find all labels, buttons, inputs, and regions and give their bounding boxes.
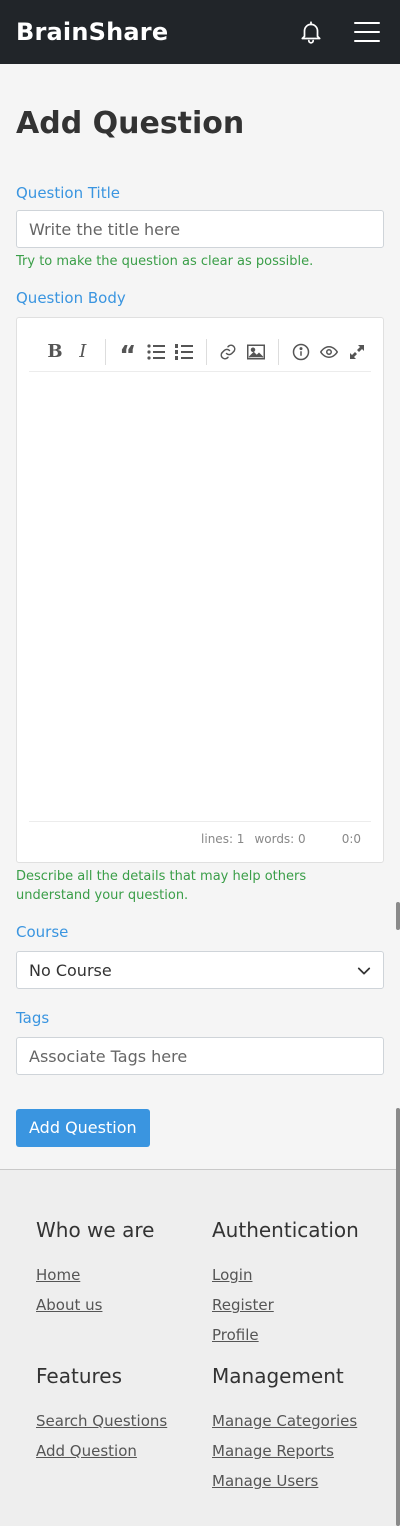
tags-input[interactable] <box>16 1037 384 1075</box>
preview-icon[interactable] <box>315 338 343 366</box>
status-cursor: 0:0 <box>341 832 361 846</box>
page-title: Add Question <box>16 106 245 141</box>
bell-icon[interactable] <box>298 19 324 45</box>
footer-heading: Authentication <box>212 1218 359 1242</box>
fullscreen-icon[interactable] <box>343 338 371 366</box>
footer-link-profile[interactable]: Profile <box>212 1320 359 1350</box>
footer-link-manage-users[interactable]: Manage Users <box>212 1466 357 1496</box>
footer-heading: Who we are <box>36 1218 155 1242</box>
toolbar-divider <box>278 338 280 365</box>
footer-heading: Management <box>212 1364 344 1388</box>
course-label: Course <box>16 923 69 941</box>
add-question-form: Add Question Question Title Try to make … <box>0 106 400 1147</box>
footer-link-search-questions[interactable]: Search Questions <box>36 1406 167 1436</box>
question-title-hint: Try to make the question as clear as pos… <box>16 254 314 269</box>
question-title-label: Question Title <box>16 184 121 202</box>
bold-icon[interactable]: B <box>41 338 69 366</box>
info-icon[interactable] <box>287 338 315 366</box>
footer-link-about[interactable]: About us <box>36 1290 154 1320</box>
hamburger-icon[interactable] <box>354 22 380 42</box>
question-title-input[interactable] <box>16 210 384 248</box>
chevron-down-icon <box>357 963 371 977</box>
question-body-hint: Describe all the details that may help o… <box>16 869 307 903</box>
status-words: words: 0 <box>254 832 306 846</box>
quote-icon[interactable]: “ <box>114 338 142 371</box>
footer-link-login[interactable]: Login <box>212 1260 359 1290</box>
add-question-button[interactable]: Add Question <box>16 1109 150 1147</box>
footer-link-home[interactable]: Home <box>36 1260 154 1290</box>
footer-who-we-are: Who we are Home About us <box>36 1218 154 1320</box>
editor-statusbar: lines: 1 words: 0 0:0 <box>191 832 361 846</box>
scrollbar-thumb[interactable] <box>396 902 400 930</box>
toolbar-divider <box>104 338 106 365</box>
footer-link-register[interactable]: Register <box>212 1290 359 1320</box>
tags-label: Tags <box>16 1009 50 1027</box>
image-icon[interactable] <box>242 338 270 366</box>
footer-management: Management Manage Categories Manage Repo… <box>212 1364 357 1496</box>
footer-heading: Features <box>36 1364 122 1388</box>
editor-textarea[interactable] <box>29 374 371 822</box>
site-footer: Who we are Home About us Authentication … <box>0 1169 400 1526</box>
link-icon[interactable] <box>215 338 243 366</box>
unordered-list-icon[interactable] <box>142 338 170 366</box>
footer-link-add-question[interactable]: Add Question <box>36 1436 167 1466</box>
toolbar-divider <box>205 338 207 365</box>
italic-icon[interactable]: I <box>69 338 97 366</box>
course-selected-value: No Course <box>29 960 112 980</box>
navbar: BrainShare <box>0 0 400 64</box>
brand-logo[interactable]: BrainShare <box>16 18 168 46</box>
question-body-label: Question Body <box>16 289 126 307</box>
course-select[interactable]: No Course <box>16 951 384 989</box>
footer-link-manage-categories[interactable]: Manage Categories <box>212 1406 357 1436</box>
ordered-list-icon[interactable] <box>170 338 198 366</box>
footer-link-manage-reports[interactable]: Manage Reports <box>212 1436 357 1466</box>
scrollbar-track[interactable] <box>396 1108 400 1526</box>
status-lines: lines: 1 <box>201 832 245 846</box>
editor-toolbar: B I “ <box>29 332 371 372</box>
markdown-editor: B I “ lines: 1 words: 0 0:0 <box>16 317 384 863</box>
footer-features: Features Search Questions Add Question <box>36 1364 167 1466</box>
footer-authentication: Authentication Login Register Profile <box>212 1218 359 1350</box>
navbar-actions <box>298 19 384 45</box>
